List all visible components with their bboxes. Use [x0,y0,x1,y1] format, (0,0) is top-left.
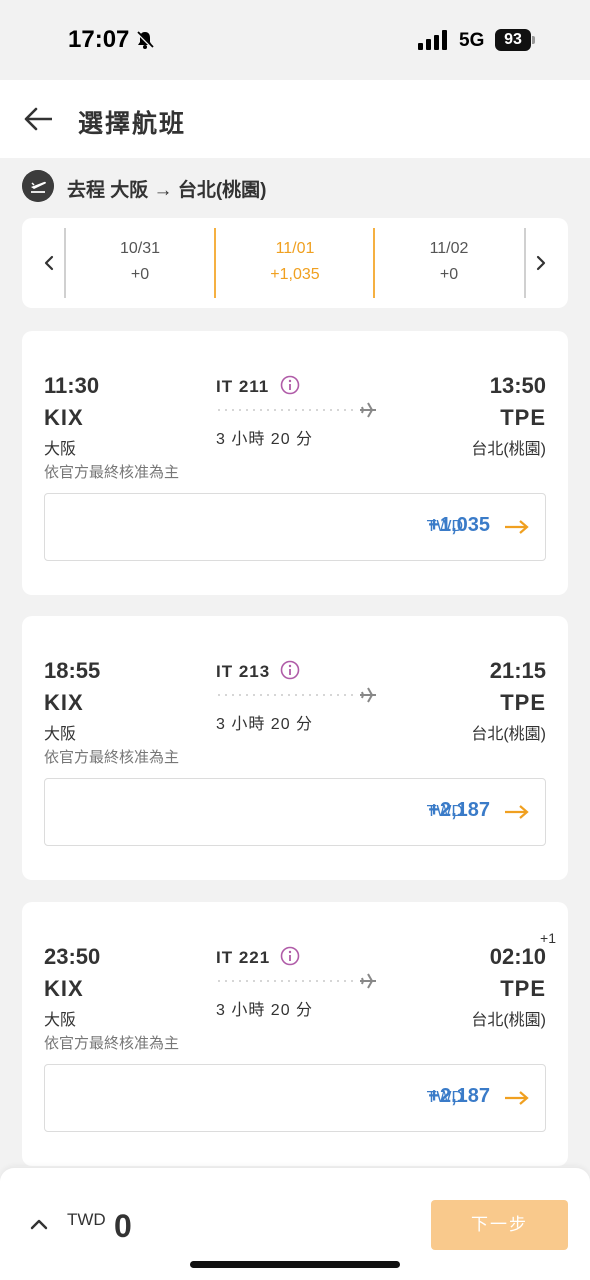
route-label: 去程 大阪 → 台北(桃園) [67,180,267,201]
fare-price: +2,187 [428,1085,490,1107]
flight-duration: 3 小時 20 分 [216,1002,314,1019]
fare-option-button[interactable]: TWD +2,187 [44,778,546,846]
status-bar: 17:07 5G 93 [0,0,590,80]
departure-code: KIX [44,690,84,715]
departure-code: KIX [44,405,84,430]
fare-option-button[interactable]: TWD +2,187 [44,1064,546,1132]
flight-duration: 3 小時 20 分 [216,431,314,448]
fare-price: +2,187 [428,799,490,821]
airplane-icon [218,402,376,418]
fare-option-button[interactable]: TWD +1,035 [44,493,546,561]
arrival-city: 台北(桃園) [471,441,546,458]
total-amount: 0 [114,1208,132,1244]
day-offset-badge: +1 [540,930,556,946]
arrow-left-icon[interactable] [22,104,54,134]
flight-number: IT 221 [216,948,271,967]
next-step-button[interactable]: 下一步 [431,1200,568,1250]
bell-muted-icon [135,30,155,50]
chevron-up-icon[interactable] [28,1216,50,1232]
flight-card[interactable]: 23:50 KIX 大阪 依官方最終核准為主 IT 221 3 小時 20 分 … [22,902,568,1166]
flight-duration: 3 小時 20 分 [216,716,314,733]
battery-level: 93 [495,29,531,51]
departure-time: 23:50 [44,944,101,969]
date-price: +0 [439,266,459,283]
departure-time: 18:55 [44,658,101,683]
date-label: 11/02 [429,240,469,257]
arrival-code: TPE [500,976,546,1001]
departure-city: 大阪 [44,726,77,743]
departure-time: 11:30 [44,373,100,398]
flight-card[interactable]: 11:30 KIX 大阪 依官方最終核准為主 IT 211 3 小時 20 分 … [22,331,568,595]
arrow-right-icon [505,520,529,534]
arrival-time: 13:50 [489,373,546,398]
date-tab-1[interactable]: 10/31 +0 [65,240,215,284]
departure-city: 大阪 [44,1012,77,1029]
arrow-right-icon [505,1091,529,1105]
approval-note: 依官方最終核准為主 [44,1035,180,1052]
arrow-right-icon [505,805,529,819]
total-currency: TWD [67,1210,106,1229]
info-icon[interactable] [280,946,300,966]
arrival-city: 台北(桃園) [471,1012,546,1029]
arrival-code: TPE [500,405,546,430]
approval-note: 依官方最終核准為主 [44,464,180,481]
date-tab-3[interactable]: 11/02 +0 [374,240,524,284]
page-header: 選擇航班 [0,80,590,158]
date-price: +0 [130,266,150,283]
airplane-icon [218,973,376,989]
date-label: 10/31 [119,240,161,257]
departure-city: 大阪 [44,441,77,458]
fare-price: +1,035 [428,514,490,536]
arrival-time: 21:15 [489,658,546,683]
battery-icon: 93 [495,29,535,51]
arrival-time: 02:10 [489,944,546,969]
date-tab-2[interactable]: 11/01 +1,035 [220,240,370,284]
chevron-left-icon[interactable] [34,248,64,278]
airplane-icon [218,687,376,703]
signal-icon [418,30,447,50]
home-indicator [190,1261,400,1268]
arrival-code: TPE [500,690,546,715]
info-icon[interactable] [280,375,300,395]
divider [214,228,216,298]
status-time: 17:07 [68,26,130,53]
plane-departure-icon [22,170,54,202]
approval-note: 依官方最終核准為主 [44,749,180,766]
network-type: 5G [459,30,485,51]
flight-number: IT 213 [216,662,271,681]
flight-card[interactable]: 18:55 KIX 大阪 依官方最終核准為主 IT 213 3 小時 20 分 … [22,616,568,880]
date-label: 11/01 [275,240,315,257]
chevron-right-icon[interactable] [526,248,556,278]
flight-number: IT 211 [216,377,270,396]
info-icon[interactable] [280,660,300,680]
page-title: 選擇航班 [78,110,187,138]
arrival-city: 台北(桃園) [471,726,546,743]
date-selector: 10/31 +0 11/01 +1,035 11/02 +0 [22,218,568,308]
departure-code: KIX [44,976,84,1001]
date-price: +1,035 [270,266,320,283]
